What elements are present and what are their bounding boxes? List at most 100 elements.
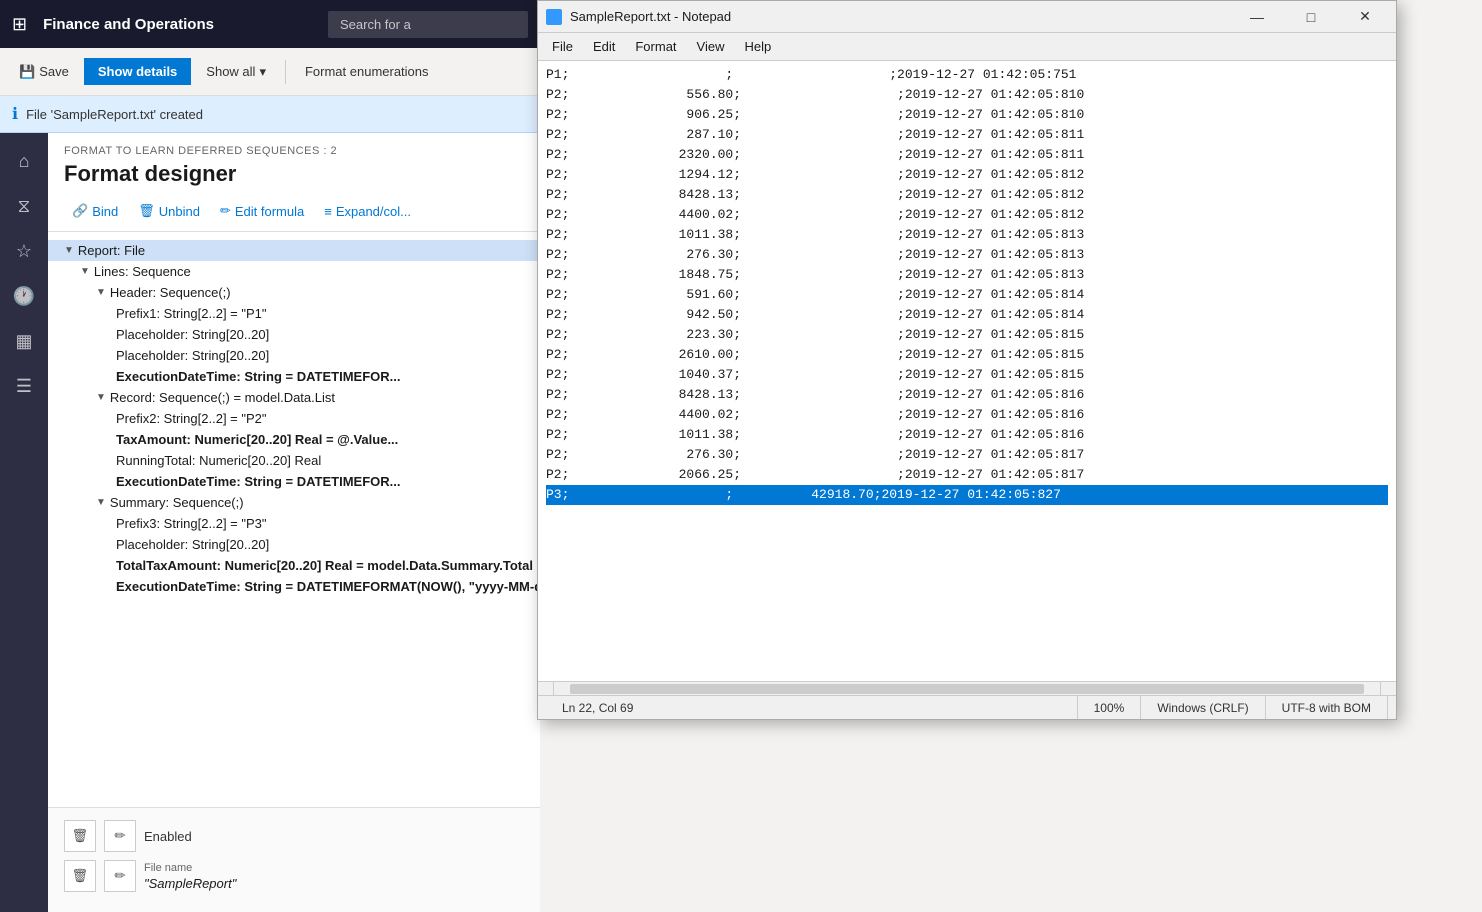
- sidebar-icon-list[interactable]: ☰: [0, 366, 48, 407]
- notepad-menu-item[interactable]: Format: [625, 35, 686, 58]
- maximize-button[interactable]: □: [1288, 1, 1334, 33]
- tree-item[interactable]: ExecutionDateTime: String = DATETIMEFOR.…: [48, 471, 540, 492]
- tree-item[interactable]: Placeholder: String[20..20]: [48, 345, 540, 366]
- fo-layout: ⌂ ⧖ ☆ 🕐 ▦ ☰ FORMAT TO LEARN DEFERRED SEQ…: [0, 133, 540, 912]
- notepad-line: P2; 942.50; ;2019-12-27 01:42:05:814: [546, 305, 1388, 325]
- fo-infobar: ℹ File 'SampleReport.txt' created: [0, 96, 540, 133]
- notepad-line: P2; 1294.12; ;2019-12-27 01:42:05:812: [546, 165, 1388, 185]
- tree-item-label: TotalTaxAmount: Numeric[20..20] Real = m…: [116, 558, 533, 573]
- sidebar-icon-calendar[interactable]: ▦: [0, 321, 48, 362]
- notepad-line: P2; 1011.38; ;2019-12-27 01:42:05:813: [546, 225, 1388, 245]
- notepad-line: P2; 276.30; ;2019-12-27 01:42:05:817: [546, 445, 1388, 465]
- fo-bottom-enabled-row: 🗑 ✏ Enabled: [64, 820, 524, 852]
- sidebar-icon-filter[interactable]: ⧖: [0, 186, 48, 227]
- tree-item-label: Prefix1: String[2..2] = "P1": [116, 306, 267, 321]
- notepad-line: P2; 8428.13; ;2019-12-27 01:42:05:816: [546, 385, 1388, 405]
- tree-item-label: Summary: Sequence(;): [110, 495, 244, 510]
- tree-item[interactable]: ▼Record: Sequence(;) = model.Data.List: [48, 387, 540, 408]
- notepad-line: P2; 591.60; ;2019-12-27 01:42:05:814: [546, 285, 1388, 305]
- info-icon: ℹ: [12, 104, 18, 124]
- fo-bottom-panel: 🗑 ✏ Enabled 🗑 ✏ File name "SampleReport": [48, 807, 540, 912]
- tree-item[interactable]: ▼Header: Sequence(;): [48, 282, 540, 303]
- tree-item[interactable]: ▼Lines: Sequence: [48, 261, 540, 282]
- notepad-app-icon: [546, 9, 562, 25]
- minimize-button[interactable]: —: [1234, 1, 1280, 33]
- tree-item-label: Record: Sequence(;) = model.Data.List: [110, 390, 335, 405]
- status-encoding: UTF-8 with BOM: [1266, 696, 1388, 719]
- tree-item[interactable]: ExecutionDateTime: String = DATETIMEFORM…: [48, 576, 540, 597]
- search-input[interactable]: [328, 11, 528, 38]
- notepad-lines: P1; ; ;2019-12-27 01:42:05:751P2; 556.80…: [538, 61, 1396, 509]
- save-button[interactable]: 💾 Save: [8, 57, 80, 87]
- tree-item-label: Placeholder: String[20..20]: [116, 348, 269, 363]
- tree-item[interactable]: TotalTaxAmount: Numeric[20..20] Real = m…: [48, 555, 540, 576]
- tree-item[interactable]: ▼ Summary: Sequence(;): [48, 492, 540, 513]
- tree-arrow: ▼: [96, 497, 106, 508]
- notepad-menu-item[interactable]: Help: [734, 35, 781, 58]
- tree-item[interactable]: ExecutionDateTime: String = DATETIMEFOR.…: [48, 366, 540, 387]
- bind-button[interactable]: 🔗 Bind: [64, 199, 126, 223]
- page-title: Format designer: [64, 161, 524, 187]
- fo-designer-header: FORMAT TO LEARN DEFERRED SEQUENCES : 2 F…: [48, 133, 540, 195]
- enabled-delete-button[interactable]: 🗑: [64, 820, 96, 852]
- close-button[interactable]: ✕: [1342, 1, 1388, 33]
- tree-arrow: ▼: [80, 266, 90, 277]
- sidebar-icon-home[interactable]: ⌂: [0, 141, 48, 182]
- filename-edit-button[interactable]: ✏: [104, 860, 136, 892]
- notepad-titlebar: SampleReport.txt - Notepad — □ ✕: [538, 1, 1396, 33]
- show-all-button[interactable]: Show all ▾: [195, 57, 277, 87]
- notepad-scrollbar-horizontal[interactable]: [538, 681, 1396, 695]
- unbind-button[interactable]: 🗑 Unbind: [130, 199, 208, 223]
- notepad-line: P2; 2610.00; ;2019-12-27 01:42:05:815: [546, 345, 1388, 365]
- status-position: Ln 22, Col 69: [546, 696, 1078, 719]
- notepad-menu-item[interactable]: File: [542, 35, 583, 58]
- sidebar-icon-history[interactable]: 🕐: [0, 276, 48, 317]
- tree-item[interactable]: Prefix1: String[2..2] = "P1": [48, 303, 540, 324]
- notepad-line: P1; ; ;2019-12-27 01:42:05:751: [546, 65, 1388, 85]
- tree-item[interactable]: Placeholder: String[20..20]: [48, 324, 540, 345]
- tree-item[interactable]: Placeholder: String[20..20]: [48, 534, 540, 555]
- filename-delete-button[interactable]: 🗑: [64, 860, 96, 892]
- expand-col-button[interactable]: ≡ Expand/col...: [316, 200, 419, 223]
- notepad-line: P2; 4400.02; ;2019-12-27 01:42:05:812: [546, 205, 1388, 225]
- fo-toolbar: 💾 Save Show details Show all ▾ Format en…: [0, 48, 540, 96]
- notepad-line: P2; 1040.37; ;2019-12-27 01:42:05:815: [546, 365, 1388, 385]
- tree-arrow: ▼: [96, 287, 106, 298]
- notepad-line: P2; 287.10; ;2019-12-27 01:42:05:811: [546, 125, 1388, 145]
- app-name: Finance and Operations: [43, 16, 312, 33]
- tree-item-label: TaxAmount: Numeric[20..20] Real = @.Valu…: [116, 432, 398, 447]
- pencil-icon: ✏: [220, 203, 231, 219]
- fo-app: ⊞ Finance and Operations 💾 Save Show det…: [0, 0, 540, 912]
- show-details-button[interactable]: Show details: [84, 58, 191, 85]
- sidebar-icon-star[interactable]: ☆: [0, 231, 48, 272]
- notepad-statusbar: Ln 22, Col 69 100% Windows (CRLF) UTF-8 …: [538, 695, 1396, 719]
- notepad-menu-item[interactable]: View: [687, 35, 735, 58]
- tree-item[interactable]: TaxAmount: Numeric[20..20] Real = @.Valu…: [48, 429, 540, 450]
- tree-item[interactable]: RunningTotal: Numeric[20..20] Real: [48, 450, 540, 471]
- grid-icon[interactable]: ⊞: [12, 14, 27, 35]
- format-enumerations-button[interactable]: Format enumerations: [294, 57, 440, 86]
- notepad-line: P2; 223.30; ;2019-12-27 01:42:05:815: [546, 325, 1388, 345]
- edit-formula-button[interactable]: ✏ Edit formula: [212, 199, 312, 223]
- fo-topbar: ⊞ Finance and Operations: [0, 0, 540, 48]
- fo-sidebar: ⌂ ⧖ ☆ 🕐 ▦ ☰: [0, 133, 48, 912]
- notepad-content[interactable]: P1; ; ;2019-12-27 01:42:05:751P2; 556.80…: [538, 61, 1396, 681]
- notepad-line: P2; 556.80; ;2019-12-27 01:42:05:810: [546, 85, 1388, 105]
- tree-item[interactable]: Prefix2: String[2..2] = "P2": [48, 408, 540, 429]
- notepad-menu-item[interactable]: Edit: [583, 35, 625, 58]
- fo-main: FORMAT TO LEARN DEFERRED SEQUENCES : 2 F…: [48, 133, 540, 912]
- filename-title: File name: [144, 862, 236, 874]
- tree-item[interactable]: Prefix3: String[2..2] = "P3": [48, 513, 540, 534]
- tree-item-label: ExecutionDateTime: String = DATETIMEFOR.…: [116, 474, 400, 489]
- tree-item[interactable]: ▼Report: File: [48, 240, 540, 261]
- notepad-line: P3; ; 42918.70;2019-12-27 01:42:05:827: [546, 485, 1388, 505]
- breadcrumb: FORMAT TO LEARN DEFERRED SEQUENCES : 2: [64, 145, 524, 157]
- scrollbar-track-h[interactable]: [570, 684, 1364, 694]
- enabled-edit-button[interactable]: ✏: [104, 820, 136, 852]
- save-icon: 💾: [19, 64, 35, 80]
- unbind-icon: 🗑: [138, 203, 155, 219]
- chevron-down-icon: ▾: [259, 64, 266, 80]
- notepad-menubar: FileEditFormatViewHelp: [538, 33, 1396, 61]
- notepad-line: P2; 276.30; ;2019-12-27 01:42:05:813: [546, 245, 1388, 265]
- fo-actionbar: 🔗 Bind 🗑 Unbind ✏ Edit formula ≡ Expand/…: [48, 195, 540, 232]
